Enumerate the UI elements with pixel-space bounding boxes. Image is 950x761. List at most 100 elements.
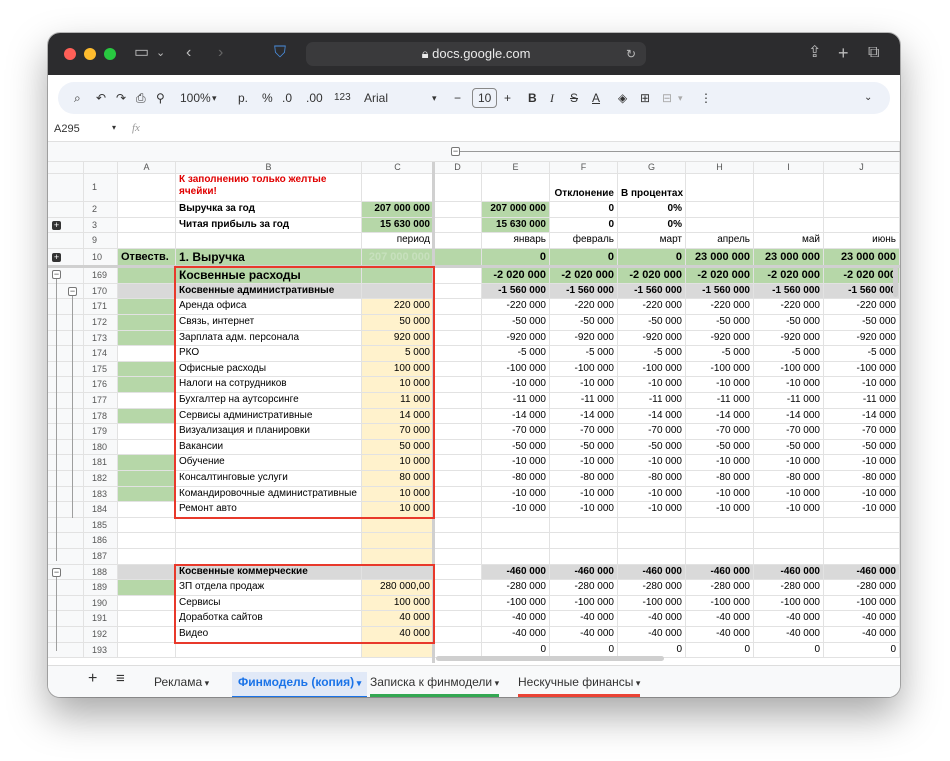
cell-j3[interactable] bbox=[824, 217, 900, 234]
cell-d174[interactable] bbox=[434, 346, 482, 362]
cell-d1[interactable] bbox=[434, 174, 482, 202]
cell-h188[interactable]: -460 000 bbox=[686, 564, 754, 581]
cell-j169[interactable]: -2 020 000 bbox=[824, 266, 900, 284]
cell-e188[interactable]: -460 000 bbox=[482, 564, 550, 581]
text-color-button[interactable]: A bbox=[592, 90, 600, 106]
cell-g185[interactable] bbox=[618, 517, 686, 534]
cell-a176[interactable] bbox=[118, 377, 176, 393]
cell-b169[interactable]: Косвенные расходы bbox=[176, 266, 362, 284]
sheet-tab[interactable]: Записка к финмодели ▾ bbox=[370, 674, 500, 697]
cell-b186[interactable] bbox=[176, 533, 362, 549]
cell-i170[interactable]: -1 560 000 bbox=[754, 283, 824, 300]
cell-c191[interactable]: 40 000 bbox=[362, 611, 434, 627]
cell-j173[interactable]: -920 000 bbox=[824, 330, 900, 347]
cell-a170[interactable] bbox=[118, 283, 176, 300]
cell-e186[interactable] bbox=[482, 533, 550, 549]
cell-d179[interactable] bbox=[434, 424, 482, 440]
cell-i1[interactable] bbox=[754, 174, 824, 202]
cell-g183[interactable]: -10 000 bbox=[618, 486, 686, 503]
cell-i183[interactable]: -10 000 bbox=[754, 486, 824, 503]
strikethrough-button[interactable]: S bbox=[570, 90, 578, 106]
cell-g179[interactable]: -70 000 bbox=[618, 424, 686, 440]
cell-d2[interactable] bbox=[434, 202, 482, 218]
cell-b183[interactable]: Командировочные административные bbox=[176, 486, 362, 503]
privacy-shield-icon[interactable]: ⛉ bbox=[274, 43, 286, 63]
cell-c177[interactable]: 11 000 bbox=[362, 393, 434, 409]
cell-j182[interactable]: -80 000 bbox=[824, 471, 900, 487]
cell-h189[interactable]: -280 000 bbox=[686, 580, 754, 596]
row-group-expand-icon[interactable]: + bbox=[52, 220, 61, 230]
cell-f178[interactable]: -14 000 bbox=[550, 408, 618, 425]
cell-j178[interactable]: -14 000 bbox=[824, 408, 900, 425]
more-options-icon[interactable]: ⋮ bbox=[700, 90, 712, 106]
column-header-h[interactable]: H bbox=[686, 162, 754, 174]
cell-i185[interactable] bbox=[754, 517, 824, 534]
cell-j175[interactable]: -100 000 bbox=[824, 361, 900, 378]
cell-g192[interactable]: -40 000 bbox=[618, 627, 686, 643]
cell-e173[interactable]: -920 000 bbox=[482, 330, 550, 347]
cell-a191[interactable] bbox=[118, 611, 176, 627]
cell-h1[interactable] bbox=[686, 174, 754, 202]
cell-a3[interactable] bbox=[118, 217, 176, 234]
cell-b177[interactable]: Бухгалтер на аутсорсинге bbox=[176, 393, 362, 409]
chevron-down-icon[interactable]: ▾ bbox=[202, 678, 210, 688]
tab-overview-icon[interactable]: ⧉ bbox=[868, 43, 879, 63]
cell-h180[interactable]: -50 000 bbox=[686, 439, 754, 456]
cell-g174[interactable]: -5 000 bbox=[618, 346, 686, 362]
cell-g175[interactable]: -100 000 bbox=[618, 361, 686, 378]
cell-h191[interactable]: -40 000 bbox=[686, 611, 754, 627]
row-header[interactable]: 172 bbox=[84, 315, 118, 331]
decrease-font-size-button[interactable]: − bbox=[454, 90, 461, 106]
cell-d3[interactable] bbox=[434, 217, 482, 234]
cell-b9[interactable] bbox=[176, 233, 362, 249]
cell-e9[interactable]: январь bbox=[482, 233, 550, 249]
cell-a171[interactable] bbox=[118, 299, 176, 315]
all-sheets-icon[interactable]: ≡ bbox=[116, 671, 125, 690]
cell-j193[interactable]: 0 bbox=[824, 642, 900, 659]
cell-f184[interactable]: -10 000 bbox=[550, 502, 618, 518]
cell-f181[interactable]: -10 000 bbox=[550, 455, 618, 471]
cell-c173[interactable]: 920 000 bbox=[362, 330, 434, 347]
cell-e174[interactable]: -5 000 bbox=[482, 346, 550, 362]
collapse-toolbar-icon[interactable]: ⌄ bbox=[864, 90, 872, 106]
row-header[interactable]: 186 bbox=[84, 533, 118, 549]
percent-format-button[interactable]: % bbox=[262, 90, 273, 106]
row-header[interactable]: 174 bbox=[84, 346, 118, 362]
cell-a180[interactable] bbox=[118, 439, 176, 456]
cell-d169[interactable] bbox=[434, 266, 482, 284]
cell-b171[interactable]: Аренда офиса bbox=[176, 299, 362, 315]
cell-d177[interactable] bbox=[434, 393, 482, 409]
cell-a188[interactable] bbox=[118, 564, 176, 581]
cell-b173[interactable]: Зарплата адм. персонала bbox=[176, 330, 362, 347]
cell-d181[interactable] bbox=[434, 455, 482, 471]
cell-g191[interactable]: -40 000 bbox=[618, 611, 686, 627]
cell-a2[interactable] bbox=[118, 202, 176, 218]
row-header[interactable]: 169 bbox=[84, 266, 118, 284]
sidebar-toggle-icon[interactable]: ▭ bbox=[134, 43, 149, 63]
cell-e180[interactable]: -50 000 bbox=[482, 439, 550, 456]
cell-e2[interactable]: 207 000 000 bbox=[482, 202, 550, 218]
row-header[interactable]: 184 bbox=[84, 502, 118, 518]
row-header[interactable]: 188 bbox=[84, 564, 118, 581]
cell-g187[interactable] bbox=[618, 549, 686, 565]
cell-i189[interactable]: -280 000 bbox=[754, 580, 824, 596]
minimize-window-button[interactable] bbox=[84, 48, 96, 60]
cell-a172[interactable] bbox=[118, 315, 176, 331]
cell-c176[interactable]: 10 000 bbox=[362, 377, 434, 393]
cell-j189[interactable]: -280 000 bbox=[824, 580, 900, 596]
cell-b181[interactable]: Обучение bbox=[176, 455, 362, 471]
column-group-collapse-icon[interactable]: − bbox=[451, 147, 460, 156]
cell-h172[interactable]: -50 000 bbox=[686, 315, 754, 331]
cell-c175[interactable]: 100 000 bbox=[362, 361, 434, 378]
cell-g173[interactable]: -920 000 bbox=[618, 330, 686, 347]
horizontal-scrollbar[interactable] bbox=[436, 655, 664, 661]
cell-i184[interactable]: -10 000 bbox=[754, 502, 824, 518]
cell-h185[interactable] bbox=[686, 517, 754, 534]
row-group-collapse-icon[interactable]: − bbox=[68, 286, 77, 296]
column-header-j[interactable]: J bbox=[824, 162, 900, 174]
cell-a178[interactable] bbox=[118, 408, 176, 425]
cell-i169[interactable]: -2 020 000 bbox=[754, 266, 824, 284]
cell-i3[interactable] bbox=[754, 217, 824, 234]
cell-c169[interactable] bbox=[362, 266, 434, 284]
cell-j172[interactable]: -50 000 bbox=[824, 315, 900, 331]
